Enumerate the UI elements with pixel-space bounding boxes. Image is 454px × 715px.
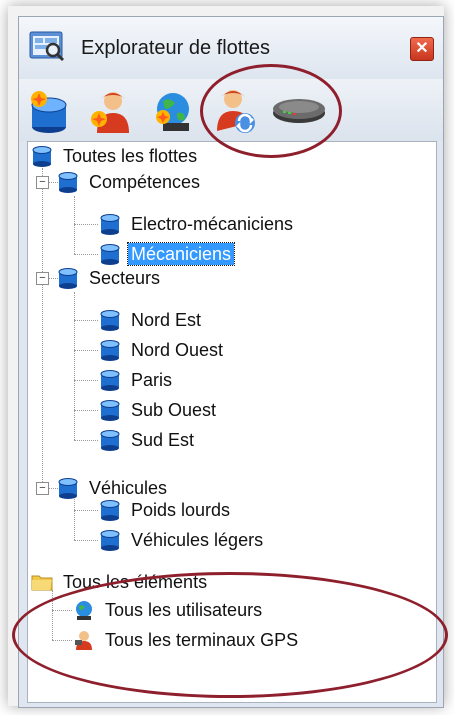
gps-device-icon[interactable] [269, 87, 329, 135]
fleet-database-icon [100, 370, 120, 391]
tree-line [74, 196, 75, 254]
tree-item-label: Secteurs [89, 268, 161, 288]
tree-item-label: Mécaniciens [126, 242, 236, 266]
tree-line [74, 440, 98, 441]
fleet-database-icon [58, 268, 78, 289]
fleet-database-icon [100, 530, 120, 551]
tree-item-label: Véhicules légers [131, 530, 264, 550]
tree-item-label: Toutes les flottes [63, 146, 198, 166]
tree-line [52, 610, 72, 611]
tree-line [42, 168, 43, 490]
sync-user-icon[interactable] [211, 87, 261, 135]
tree-line [74, 410, 98, 411]
tree-item-all-users[interactable]: Tous les utilisateurs [72, 596, 392, 624]
fleet-database-icon [100, 214, 120, 235]
tree-item-paris[interactable]: Paris [98, 366, 398, 394]
tree-item-all-elements[interactable]: Tous les éléments [30, 568, 330, 596]
toolbar [19, 79, 443, 141]
tree-item-electro-mecaniciens[interactable]: Electro-mécaniciens [98, 210, 398, 238]
fleet-explorer-panel: Explorateur de flottes ✕ − − − Toutes le… [18, 16, 444, 708]
fleet-database-icon [100, 400, 120, 421]
close-button[interactable]: ✕ [410, 37, 434, 61]
expander-vehicules[interactable]: − [36, 482, 49, 495]
tree-item-vehicules-legers[interactable]: Véhicules légers [98, 526, 398, 554]
fleet-database-icon [32, 146, 52, 167]
globe-users-icon [76, 601, 92, 620]
tree-item-label: Paris [131, 370, 173, 390]
tree-line [74, 254, 98, 255]
fleet-database-icon [100, 310, 120, 331]
tree-item-nord-est[interactable]: Nord Est [98, 306, 398, 334]
fleet-database-icon [100, 244, 120, 265]
tree-item-competences[interactable]: Compétences [56, 168, 356, 196]
title-bar: Explorateur de flottes ✕ [19, 17, 443, 80]
tree-item-sub-ouest[interactable]: Sub Ouest [98, 396, 398, 424]
fleet-database-icon [100, 430, 120, 451]
fleet-explorer-icon [29, 31, 65, 62]
fleet-database-icon [58, 478, 78, 499]
tree-line [74, 540, 98, 541]
folder-icon [31, 575, 53, 591]
tree-item-label: Electro-mécaniciens [131, 214, 294, 234]
tree-item-label: Sud Est [131, 430, 195, 450]
tree-line [74, 292, 75, 440]
window-title: Explorateur de flottes [81, 37, 270, 59]
fleet-tree: − − − Toutes les flottes Compétences Ele… [27, 141, 437, 703]
tree-item-label: Nord Est [131, 310, 202, 330]
expander-competences[interactable]: − [36, 176, 49, 189]
add-globe-icon[interactable] [149, 87, 199, 135]
tree-item-label: Poids lourds [131, 500, 231, 520]
tree-item-label: Tous les utilisateurs [105, 600, 263, 620]
tree-item-sud-est[interactable]: Sud Est [98, 426, 398, 454]
tree-line [74, 350, 98, 351]
gps-user-icon [75, 631, 92, 650]
fleet-database-icon [100, 500, 120, 521]
tree-line [74, 510, 98, 511]
expander-secteurs[interactable]: − [36, 272, 49, 285]
fleet-database-icon [100, 340, 120, 361]
tree-line [74, 224, 98, 225]
add-fleet-icon[interactable] [27, 87, 77, 135]
tree-item-nord-ouest[interactable]: Nord Ouest [98, 336, 398, 364]
tree-item-root[interactable]: Toutes les flottes [30, 142, 330, 170]
tree-line [74, 380, 98, 381]
tree-item-label: Tous les éléments [63, 572, 208, 592]
tree-item-poids-lourds[interactable]: Poids lourds [98, 496, 398, 524]
tree-line [52, 590, 53, 640]
fleet-database-icon [58, 172, 78, 193]
tree-item-label: Nord Ouest [131, 340, 224, 360]
tree-line [52, 640, 72, 641]
tree-item-label: Compétences [89, 172, 201, 192]
tree-item-secteurs[interactable]: Secteurs [56, 264, 356, 292]
tree-item-all-gps[interactable]: Tous les terminaux GPS [72, 626, 412, 654]
tree-item-label: Tous les terminaux GPS [105, 630, 299, 650]
add-user-icon[interactable] [87, 87, 137, 135]
tree-line [74, 320, 98, 321]
tree-item-label: Sub Ouest [131, 400, 217, 420]
